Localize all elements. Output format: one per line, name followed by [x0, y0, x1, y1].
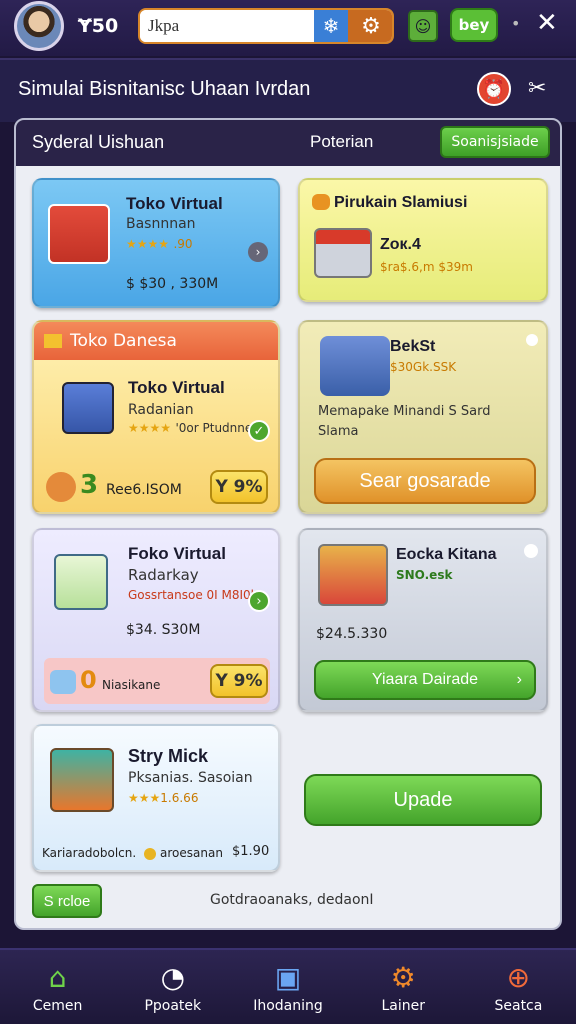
star-icon: ★★★★ — [126, 237, 170, 251]
box-icon — [50, 670, 76, 694]
chevron-right-icon: › — [516, 671, 522, 688]
close-icon[interactable]: ✕ — [536, 8, 558, 38]
status-dot — [524, 544, 538, 558]
card-title: Pirukain Slamiusi — [334, 194, 468, 211]
panel-tab-mid[interactable]: Poterian — [310, 132, 373, 152]
card-title: Toko Virtual — [128, 378, 225, 397]
shop-card[interactable]: Pirukain Slamiusi Zoк.4 $ra$.6,m $39m — [298, 178, 548, 302]
gear-icon[interactable]: ⚙ — [348, 10, 392, 42]
footer-text: Gotdraoanaks, dedaonI — [210, 892, 374, 908]
card-price: Ree6.ISOM — [106, 482, 182, 498]
card-title: Toko Virtual — [126, 194, 223, 213]
card-subtitle: Basnnnan — [126, 216, 196, 232]
card-stats: SNO.esk — [396, 568, 453, 582]
card-stats: $30Gk.SSK — [390, 360, 457, 374]
friend-icon[interactable]: ☺ — [408, 10, 438, 42]
add-icon: ⊕ — [506, 960, 531, 994]
envelope-icon — [312, 194, 330, 210]
panel-header: Syderal Uishuan Poterian Soanisjsiade — [16, 120, 560, 166]
shop-card[interactable]: Foko Virtual Radarkay Gossrtansoe 0I M8I… — [32, 528, 280, 712]
nav-item-add[interactable]: ⊕ Seatca — [461, 950, 576, 1024]
gear-icon: ⚙ — [390, 960, 416, 994]
coin-balance: Ɏ50 — [78, 15, 119, 37]
star-icon: ★★★ — [128, 791, 161, 805]
nav-item-book[interactable]: ▣ Ihodaning — [230, 950, 345, 1024]
card-price: $ $30 , 330M — [126, 276, 219, 292]
top-bar: Ɏ50 ❄ ⚙ ☺ bey • ✕ — [0, 0, 576, 56]
box-icon — [62, 382, 114, 434]
shop-card[interactable]: Stry Mick Pksanias. Sasoian ★★★1.6.66 Ka… — [32, 724, 280, 872]
card-footer-text-2: aroesanan — [160, 846, 223, 860]
card-subtitle: Pksanias. Sasoian — [128, 770, 253, 786]
card-value: Zoк.4 — [380, 236, 421, 253]
card-title: BekSt — [390, 338, 436, 355]
card-title: Foko Virtual — [128, 544, 226, 563]
check-icon: ✓ — [248, 420, 270, 442]
card-title: Stry Mick — [128, 746, 209, 766]
chevron-right-icon[interactable]: › — [248, 242, 268, 262]
shop-card[interactable]: BekSt $30Gk.SSK Memapake Minandi S Sard … — [298, 320, 548, 514]
chevron-right-icon[interactable]: › — [248, 590, 270, 612]
card-price: $24.5.330 — [316, 626, 388, 642]
book-icon: ▣ — [274, 960, 302, 994]
fox-icon — [46, 472, 76, 502]
card-price: $34. S30M — [126, 622, 201, 638]
shop-panel: Syderal Uishuan Poterian Soanisjsiade To… — [14, 118, 562, 930]
card-footer-price: $1.90 — [232, 844, 270, 859]
discount-button[interactable]: Y 9% — [210, 470, 268, 504]
nav-item-settings[interactable]: ⚙ Lainer — [346, 950, 461, 1024]
buy-upgrade-button[interactable]: Yiaara Dairade › — [314, 660, 536, 700]
search-input[interactable] — [140, 10, 310, 42]
card-ribbon: Toko Danesa — [34, 322, 278, 360]
market-stall-icon — [314, 228, 372, 278]
count-label: Niasikane — [102, 678, 161, 692]
nav-item-home[interactable]: ⌂ Cemen — [0, 950, 115, 1024]
bottom-nav: ⌂ Cemen ◔ Ppoatek ▣ Ihodaning ⚙ Lainer ⊕… — [0, 948, 576, 1024]
footer-left-button[interactable]: S rcloe — [32, 884, 102, 918]
card-description-2: Slama — [318, 424, 359, 439]
store-icon — [48, 204, 110, 264]
home-icon: ⌂ — [48, 960, 67, 994]
nav-item-dashboard[interactable]: ◔ Ppoatek — [115, 950, 230, 1024]
chat-icon[interactable] — [526, 334, 538, 346]
dashboard-icon: ◔ — [160, 960, 186, 994]
envelope-icon — [44, 334, 62, 348]
discount-button[interactable]: Y 9% — [210, 664, 268, 698]
card-subtitle: Radarkay — [128, 566, 199, 584]
alarm-icon[interactable]: ⏰ — [477, 72, 511, 106]
card-footer-text: Kariaradobolcn. — [42, 846, 137, 860]
gift-box-icon — [50, 748, 114, 812]
shop-card[interactable]: Toko Virtual Basnnnan ★★★★ .90 › $ $30 ,… — [32, 178, 280, 308]
card-title: Eocka Kitana — [396, 546, 497, 563]
panel-action-button[interactable]: Soanisjsiade — [440, 126, 550, 158]
count-value: 3 — [80, 470, 99, 500]
snowflake-icon[interactable]: ❄ — [314, 10, 348, 42]
shop-card[interactable]: Toko Danesa Toko Virtual Radanian ★★★★ '… — [32, 320, 280, 514]
update-button[interactable]: Upade — [304, 774, 542, 826]
shopping-cart-icon — [318, 544, 388, 606]
panel-tab-left[interactable]: Syderal Uishuan — [32, 132, 164, 153]
title-bar: Simulai Bisnitanisc Uhaan Ivrdan ⏰ ✂ — [0, 58, 576, 122]
shopkeeper-icon — [320, 336, 390, 396]
card-rating: ★★★★ .90 — [126, 237, 193, 251]
card-subtitle: Radanian — [128, 402, 194, 418]
search-box: ❄ ⚙ — [138, 8, 394, 44]
checklist-icon — [54, 554, 108, 610]
card-stats: $ra$.6,m $39m — [380, 260, 473, 274]
card-description: Memapake Minandi S Sard — [318, 404, 491, 419]
star-icon: ★★★★ — [128, 421, 172, 435]
shop-card[interactable]: Eocka Kitana SNO.esk $24.5.330 Yiaara Da… — [298, 528, 548, 712]
card-rating: ★★★1.6.66 — [128, 791, 199, 805]
card-stats: Gossrtansoe 0I M8I0h — [128, 588, 259, 602]
count-value: 0 — [80, 666, 97, 694]
card-rating: ★★★★ '0or Ptudnnei — [128, 421, 256, 435]
page-title: Simulai Bisnitanisc Uhaan Ivrdan — [18, 78, 311, 100]
upgrade-button[interactable]: Sear gosarade — [314, 458, 536, 504]
coin-icon — [144, 848, 156, 860]
pin-icon[interactable]: ✂ — [528, 76, 546, 101]
player-avatar[interactable] — [14, 1, 64, 51]
more-icon[interactable]: • — [511, 14, 520, 33]
buy-button[interactable]: bey — [450, 8, 498, 42]
